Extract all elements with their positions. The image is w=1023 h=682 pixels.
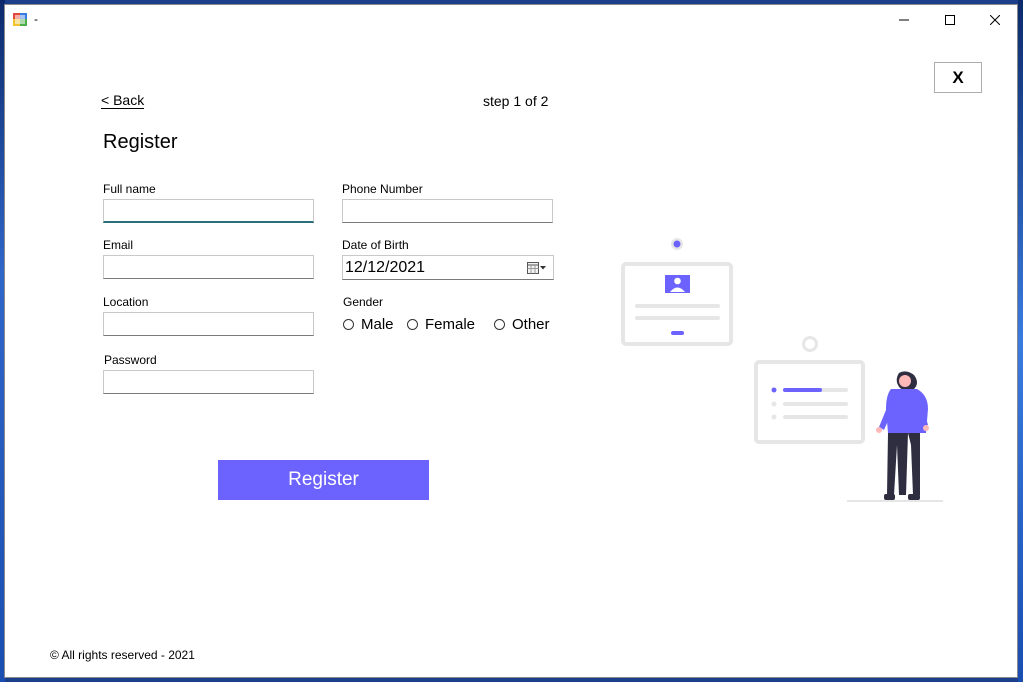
password-field[interactable] <box>103 370 314 394</box>
radio-circle[interactable] <box>494 319 505 330</box>
full-name-label: Full name <box>103 182 156 196</box>
radio-circle[interactable] <box>407 319 418 330</box>
minimize-button[interactable] <box>881 5 927 35</box>
title-bar[interactable]: - <box>5 5 1017 35</box>
date-of-birth-picker[interactable]: 12/12/2021 <box>342 255 554 280</box>
phone-label: Phone Number <box>342 182 423 196</box>
gender-radio-female[interactable]: Female <box>407 316 475 333</box>
minimize-icon <box>899 19 909 21</box>
register-button[interactable]: Register <box>218 460 429 500</box>
page-title: Register <box>103 131 178 153</box>
full-name-field[interactable] <box>103 199 314 223</box>
gender-option-label: Male <box>361 316 394 333</box>
close-form-button[interactable]: X <box>934 62 982 93</box>
desktop-background-right <box>1018 0 1023 682</box>
gender-option-label: Female <box>425 316 476 333</box>
dropdown-arrow-icon <box>540 266 546 270</box>
radio-circle[interactable] <box>343 319 354 330</box>
app-icon <box>13 13 27 26</box>
dob-value: 12/12/2021 <box>345 259 426 276</box>
maximize-button[interactable] <box>927 5 973 35</box>
registration-illustration <box>621 238 943 502</box>
email-field[interactable] <box>103 255 314 279</box>
gender-option-label: Other <box>512 316 550 333</box>
phone-field[interactable] <box>342 199 553 223</box>
back-link[interactable]: < Back <box>101 92 145 109</box>
calendar-icon[interactable] <box>527 262 547 274</box>
location-field[interactable] <box>103 312 314 336</box>
password-label: Password <box>104 353 157 367</box>
gender-label: Gender <box>343 295 384 309</box>
window-close-button[interactable] <box>972 5 1018 35</box>
dob-label: Date of Birth <box>342 238 409 252</box>
window-title: - <box>34 12 38 26</box>
step-indicator: step 1 of 2 <box>483 93 549 109</box>
location-label: Location <box>103 295 149 309</box>
close-icon <box>990 15 1000 25</box>
email-label: Email <box>103 238 134 252</box>
app-window: - X < Back step 1 of 2 Register Full nam… <box>4 4 1018 678</box>
person-icon <box>876 371 929 500</box>
maximize-icon <box>945 15 955 25</box>
footer-copyright: © All rights reserved - 2021 <box>50 648 195 662</box>
gender-radio-male[interactable]: Male <box>343 316 394 333</box>
gender-radio-other[interactable]: Other <box>494 316 550 333</box>
